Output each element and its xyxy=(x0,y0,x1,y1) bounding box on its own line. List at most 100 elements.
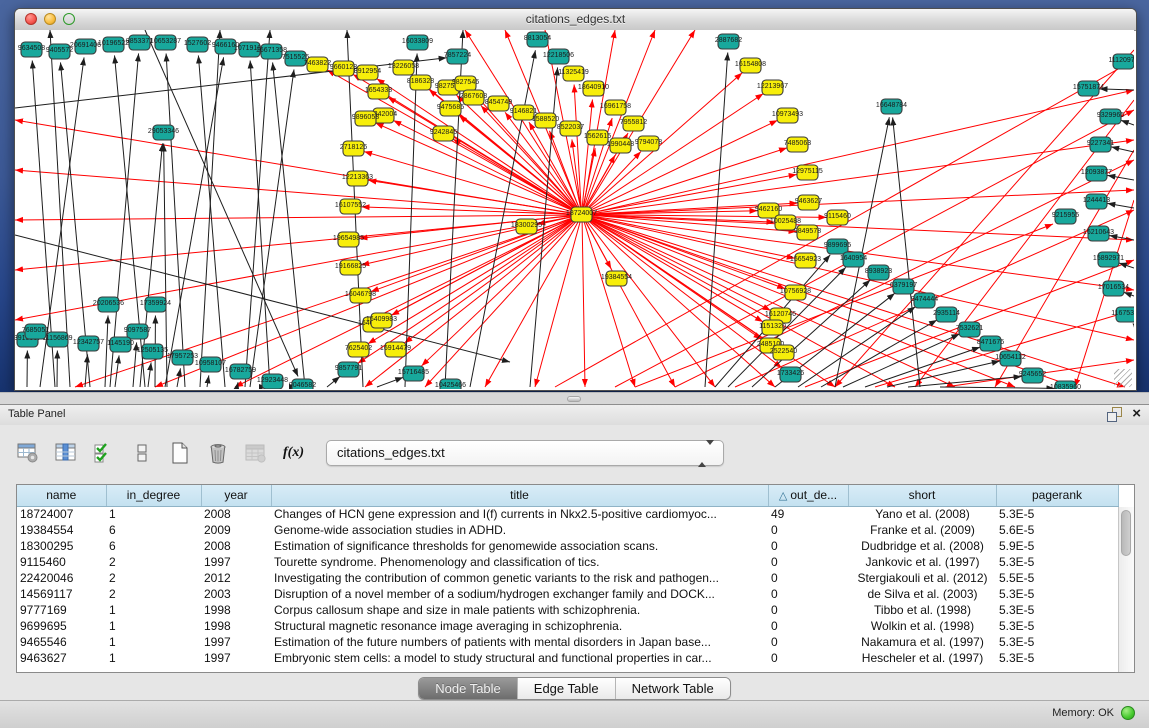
graph-edge[interactable] xyxy=(1111,147,1134,152)
graph-node[interactable]: 9046582 xyxy=(289,379,316,389)
graph-node[interactable]: 7685051 xyxy=(22,324,49,339)
graph-edge[interactable] xyxy=(940,387,1055,388)
graph-edge[interactable] xyxy=(165,57,224,387)
graph-edge[interactable] xyxy=(1133,323,1134,325)
graph-node[interactable]: 9227341 xyxy=(1087,137,1114,152)
new-column-button[interactable] xyxy=(166,440,193,467)
graph-edge[interactable] xyxy=(582,215,1134,340)
graph-node[interactable]: 15654923 xyxy=(790,253,821,268)
table-row[interactable]: 1456911722003Disruption of a novel membe… xyxy=(17,586,1118,602)
table-vertical-scrollbar[interactable] xyxy=(1118,507,1134,672)
graph-node[interactable]: 13226058 xyxy=(388,60,419,75)
window-resize-grip[interactable] xyxy=(1114,369,1132,387)
graph-edge[interactable] xyxy=(200,30,220,387)
graph-edge[interactable] xyxy=(15,215,582,220)
graph-edge[interactable] xyxy=(404,215,581,344)
graph-node[interactable]: 1654338 xyxy=(365,84,392,99)
graph-node[interactable]: 7955812 xyxy=(620,116,647,131)
graph-node[interactable]: 12218506 xyxy=(543,49,574,64)
graph-node[interactable]: 11120972 xyxy=(1108,54,1134,69)
graph-edge[interactable] xyxy=(368,180,581,214)
graph-edge[interactable] xyxy=(273,62,305,387)
table-row[interactable]: 2242004622012Investigating the contribut… xyxy=(17,570,1118,586)
graph-node[interactable]: 9115460 xyxy=(824,210,851,225)
graph-node[interactable]: 9896058 xyxy=(352,111,379,126)
graph-node[interactable]: 16107552 xyxy=(335,199,366,214)
graph-edge[interactable] xyxy=(327,376,340,387)
graph-node[interactable]: 9849578 xyxy=(794,225,821,240)
graph-node[interactable]: 1990448 xyxy=(607,138,634,153)
graph-node[interactable]: 17016534 xyxy=(1098,281,1129,296)
graph-node[interactable]: 7625402 xyxy=(345,342,372,357)
graph-edge[interactable] xyxy=(485,215,582,387)
tab-edge-table[interactable]: Edge Table xyxy=(517,678,615,699)
function-builder-button[interactable]: f(x) xyxy=(280,440,307,467)
graph-node[interactable]: 9474444 xyxy=(911,293,938,308)
graph-node[interactable]: 6379197 xyxy=(890,279,917,294)
graph-edge[interactable] xyxy=(361,215,581,266)
graph-edge[interactable] xyxy=(1119,263,1134,268)
delete-column-button[interactable] xyxy=(204,440,231,467)
graph-node[interactable]: 10958107 xyxy=(195,357,226,372)
graph-node[interactable]: 12342757 xyxy=(73,336,104,351)
graph-node[interactable]: 19384554 xyxy=(601,271,632,286)
graph-edge[interactable] xyxy=(582,140,1134,215)
table-row[interactable]: 946554611997Estimation of the future num… xyxy=(17,634,1118,650)
float-panel-icon[interactable] xyxy=(1106,406,1122,422)
graph-node[interactable]: 15751874 xyxy=(1073,81,1104,96)
graph-node[interactable]: 1527602 xyxy=(184,37,211,52)
graph-edge[interactable] xyxy=(582,215,775,387)
graph-edge[interactable] xyxy=(893,117,920,387)
graph-node[interactable]: 11675307 xyxy=(1111,307,1134,322)
graph-node[interactable]: 1733426 xyxy=(777,367,804,382)
graph-edge[interactable] xyxy=(1124,292,1134,296)
graph-edge[interactable] xyxy=(1107,203,1134,208)
graph-edge[interactable] xyxy=(15,58,447,108)
graph-node[interactable]: 18640910 xyxy=(578,81,609,96)
graph-edge[interactable] xyxy=(582,215,635,387)
tab-network-table[interactable]: Network Table xyxy=(615,678,730,699)
table-row[interactable]: 969969511998Structural magnetic resonanc… xyxy=(17,618,1118,634)
graph-edge[interactable] xyxy=(582,90,1134,215)
graph-node[interactable]: 10756928 xyxy=(780,285,811,300)
table-row[interactable]: 1872400712008Changes of HCN gene express… xyxy=(17,506,1118,522)
graph-node[interactable]: 20206536 xyxy=(93,297,124,312)
graph-node[interactable]: 9329966 xyxy=(1097,109,1124,124)
graph-node[interactable]: 12975115 xyxy=(792,165,823,180)
table-selector-combo[interactable]: citations_edges.txt xyxy=(326,440,724,466)
graph-node[interactable]: 7485063 xyxy=(784,137,811,152)
graph-node[interactable]: 2522540 xyxy=(770,345,797,360)
table-row[interactable]: 977716911998Corpus callosum shape and si… xyxy=(17,602,1118,618)
graph-node[interactable]: 29053346 xyxy=(148,125,179,140)
column-header-title[interactable]: title xyxy=(271,485,768,506)
network-window-titlebar[interactable]: citations_edges.txt xyxy=(15,9,1136,31)
graph-edge[interactable] xyxy=(615,110,1134,387)
graph-node[interactable]: 2867608 xyxy=(460,90,487,105)
graph-node[interactable]: 8522037 xyxy=(557,121,584,136)
column-checklist-button[interactable] xyxy=(90,440,117,467)
column-header-name[interactable]: name xyxy=(17,485,106,506)
graph-node[interactable]: 17957253 xyxy=(167,350,198,365)
graph-edge[interactable] xyxy=(1107,175,1134,180)
graph-edge[interactable] xyxy=(421,215,581,366)
graph-node[interactable]: 1244413 xyxy=(1083,194,1110,209)
graph-edge[interactable] xyxy=(1099,89,1134,90)
select-columns-button[interactable] xyxy=(52,440,79,467)
table-row[interactable]: 946362711997Embryonic stem cells: a mode… xyxy=(17,650,1118,666)
column-header-short[interactable]: short xyxy=(848,485,996,506)
column-header-year[interactable]: year xyxy=(201,485,271,506)
column-header-out-de-[interactable]: △out_de... xyxy=(768,485,848,506)
graph-node[interactable]: 7857224 xyxy=(444,49,471,64)
graph-node[interactable]: 10653287 xyxy=(150,35,181,50)
graph-node[interactable]: 9215955 xyxy=(1052,209,1079,224)
graph-edge[interactable] xyxy=(365,215,582,387)
graph-node[interactable]: 2887682 xyxy=(715,34,742,49)
graph-node[interactable]: 10654112 xyxy=(995,351,1026,366)
graph-node[interactable]: 8938923 xyxy=(865,265,892,280)
scrollbar-thumb[interactable] xyxy=(1121,510,1131,556)
graph-node[interactable]: 20691406 xyxy=(70,39,101,54)
graph-edge[interactable] xyxy=(582,215,1015,387)
graph-edge[interactable] xyxy=(148,362,151,387)
divider-grip[interactable] xyxy=(567,396,581,402)
graph-node[interactable]: 16648784 xyxy=(876,99,907,114)
